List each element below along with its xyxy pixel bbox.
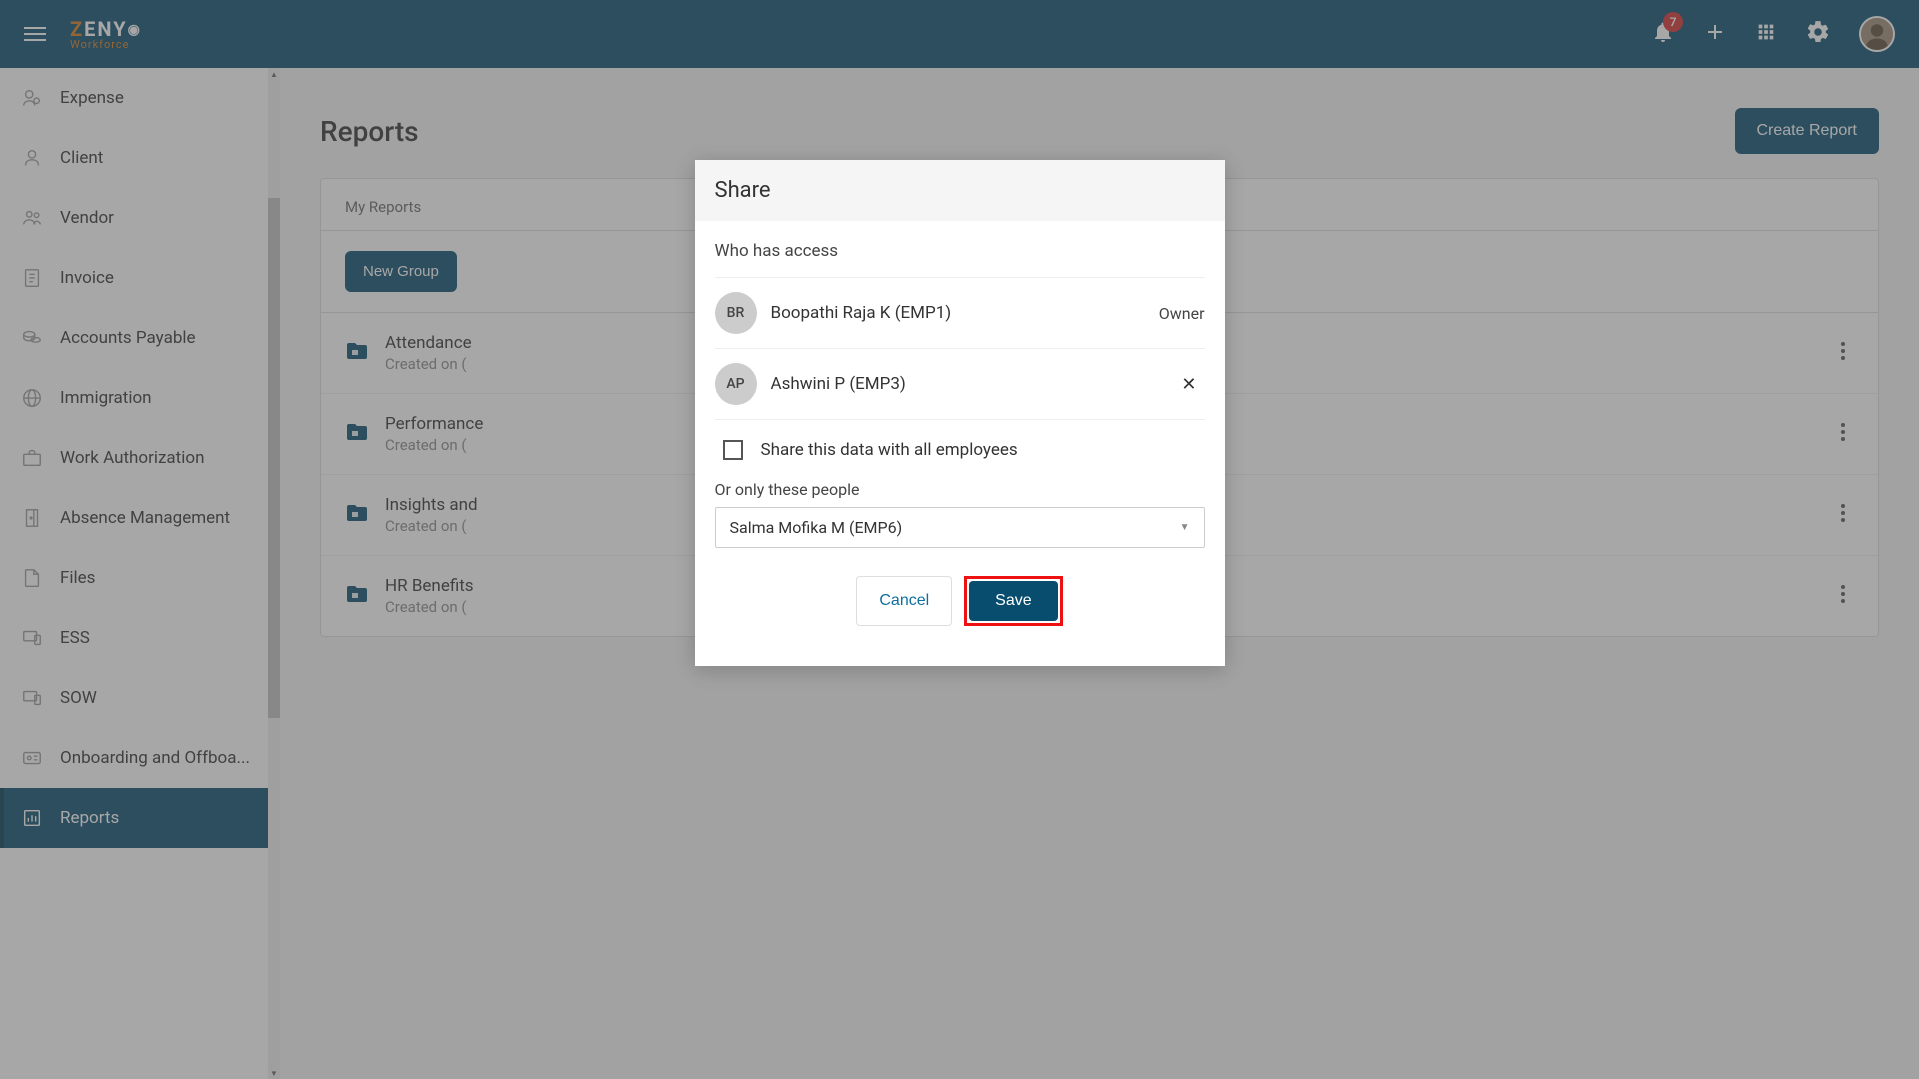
share-modal: Share Who has access BR Boopathi Raja K (…	[695, 160, 1225, 666]
table-row: BR Boopathi Raja K (EMP1) Owner	[715, 277, 1205, 348]
only-people-label: Or only these people	[715, 480, 1205, 499]
user-initials-chip: AP	[715, 363, 757, 405]
access-section-label: Who has access	[715, 241, 1205, 261]
chevron-down-icon: ▼	[1180, 522, 1190, 533]
remove-user-icon[interactable]: ✕	[1173, 370, 1204, 399]
user-name: Ashwini P (EMP3)	[771, 374, 1160, 394]
save-button-highlight: Save	[964, 576, 1062, 626]
save-button[interactable]: Save	[969, 581, 1057, 621]
user-initials-chip: BR	[715, 292, 757, 334]
share-all-checkbox-row[interactable]: Share this data with all employees	[715, 420, 1205, 480]
share-all-label: Share this data with all employees	[761, 440, 1018, 460]
cancel-button[interactable]: Cancel	[856, 576, 952, 626]
modal-title: Share	[695, 160, 1225, 221]
selected-person: Salma Mofika M (EMP6)	[730, 518, 903, 537]
user-name: Boopathi Raja K (EMP1)	[771, 303, 1145, 323]
modal-overlay: Share Who has access BR Boopathi Raja K (…	[0, 0, 1919, 1079]
role-label: Owner	[1159, 304, 1205, 323]
checkbox-icon[interactable]	[723, 440, 743, 460]
table-row: AP Ashwini P (EMP3) ✕	[715, 348, 1205, 420]
people-select[interactable]: Salma Mofika M (EMP6) ▼	[715, 507, 1205, 548]
